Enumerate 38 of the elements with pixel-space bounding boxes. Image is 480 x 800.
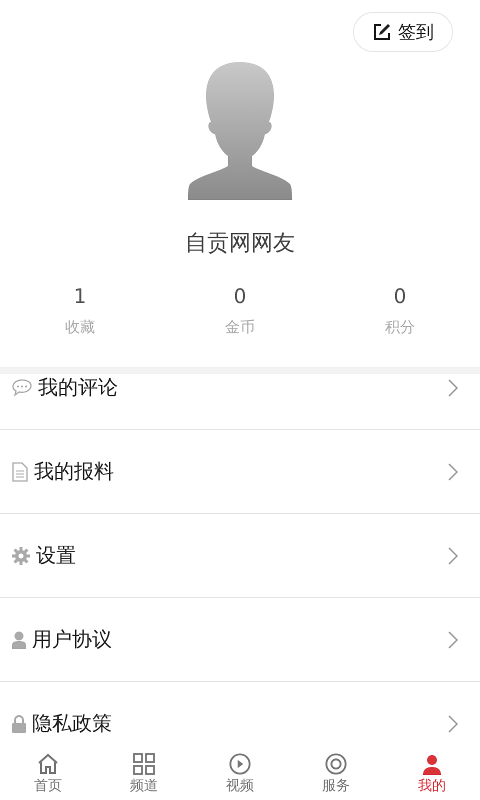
stat-label: 金币: [225, 318, 255, 337]
menu-label: 隐私政策: [32, 710, 113, 737]
stat-value: 0: [394, 284, 406, 308]
speech-bubble-icon: [12, 378, 32, 396]
lock-icon: [12, 714, 26, 732]
menu-item[interactable]: 用户协议: [0, 598, 480, 682]
tab[interactable]: 首页: [0, 748, 96, 800]
tab[interactable]: 视频: [192, 748, 288, 800]
menu-label: 我的评论: [38, 374, 119, 401]
edit-icon: [372, 22, 392, 42]
chevron-right-icon: [448, 630, 458, 648]
tab[interactable]: 频道: [96, 748, 192, 800]
home-icon: [37, 753, 59, 775]
menu-item[interactable]: 我的评论: [0, 374, 480, 430]
menu-label: 我的报料: [34, 458, 115, 485]
lifebuoy-icon: [324, 753, 348, 775]
tab[interactable]: 我的: [384, 748, 480, 800]
stat-value: 1: [74, 284, 86, 308]
stat-value: 0: [234, 284, 246, 308]
document-icon: [12, 462, 28, 482]
chevron-right-icon: [448, 378, 458, 396]
tab[interactable]: 服务: [288, 748, 384, 800]
menu-label: 设置: [36, 542, 77, 569]
play-icon: [228, 753, 252, 775]
chevron-right-icon: [448, 462, 458, 480]
menu-label: 用户协议: [32, 626, 113, 653]
person-icon: [421, 753, 443, 775]
stat-label: 收藏: [65, 318, 95, 337]
menu-item[interactable]: 设置: [0, 514, 480, 598]
check-in-button[interactable]: 签到: [353, 12, 453, 52]
chevron-right-icon: [448, 714, 458, 732]
stat-label: 积分: [385, 318, 415, 337]
settings-icon: [12, 546, 30, 564]
chevron-right-icon: [448, 546, 458, 564]
menu-item[interactable]: 我的报料: [0, 430, 480, 514]
grid-icon: [133, 753, 155, 775]
user-name: 自贡网网友: [184, 230, 296, 258]
person-icon: [12, 630, 26, 648]
